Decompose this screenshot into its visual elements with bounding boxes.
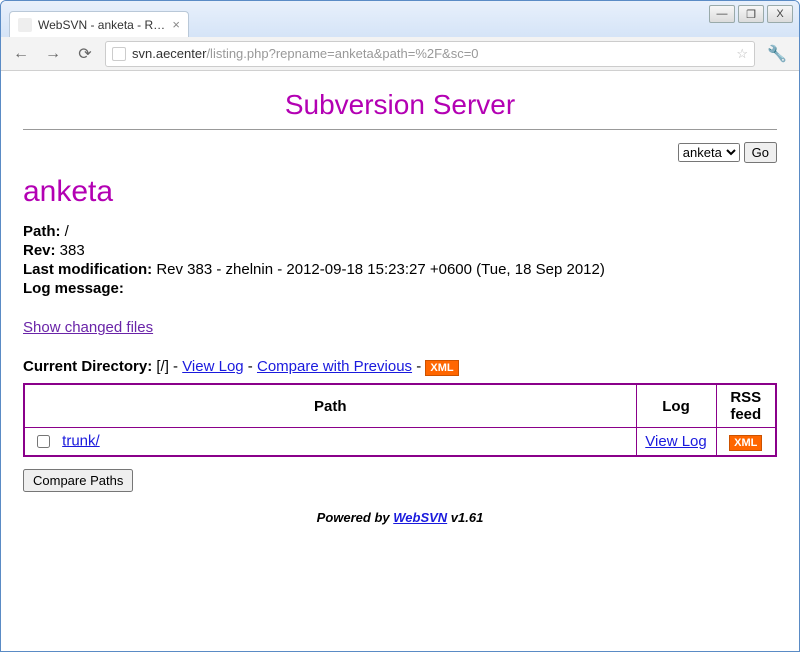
- browser-tab[interactable]: WebSVN - anketa - Rev 383 ×: [9, 11, 189, 37]
- sep: -: [412, 358, 425, 375]
- footer-powered: Powered by: [317, 510, 394, 525]
- url-domain: svn.aecenter: [132, 46, 206, 61]
- repo-select[interactable]: anketa: [678, 143, 740, 162]
- info-path: Path: /: [23, 223, 777, 240]
- page-content: Subversion Server anketa Go anketa Path:…: [1, 71, 799, 651]
- page-icon: [112, 47, 126, 61]
- go-button[interactable]: Go: [744, 142, 777, 163]
- sep: -: [244, 358, 257, 375]
- table-row: trunk/ View Log XML: [24, 428, 776, 457]
- bookmark-icon[interactable]: ☆: [736, 46, 748, 62]
- path-link[interactable]: trunk/: [62, 432, 100, 449]
- listing-table: Path Log RSS feed trunk/ View Log XML: [23, 383, 777, 457]
- repo-selector: anketa Go: [23, 142, 777, 163]
- footer: Powered by WebSVN v1.61: [23, 510, 777, 525]
- curdir-label: Current Directory:: [23, 358, 152, 375]
- title-bar: WebSVN - anketa - Rev 383 × — ❐ X: [1, 1, 799, 37]
- row-checkbox[interactable]: [37, 435, 50, 448]
- rev-value: 383: [56, 242, 85, 259]
- tab-title: WebSVN - anketa - Rev 383: [38, 18, 166, 32]
- show-changed-files-link[interactable]: Show changed files: [23, 319, 153, 336]
- row-viewlog-link[interactable]: View Log: [645, 433, 706, 450]
- url-path: /listing.php?repname=anketa&path=%2F&sc=…: [206, 46, 478, 61]
- browser-toolbar: ← → ⟳ svn.aecenter/listing.php?repname=a…: [1, 37, 799, 71]
- close-window-button[interactable]: X: [767, 5, 793, 23]
- th-log: Log: [636, 384, 716, 428]
- url-bar[interactable]: svn.aecenter/listing.php?repname=anketa&…: [105, 41, 755, 67]
- th-path: Path: [24, 384, 636, 428]
- reload-button[interactable]: ⟳: [73, 42, 97, 66]
- path-label: Path:: [23, 223, 61, 240]
- rev-label: Rev:: [23, 242, 56, 259]
- lastmod-label: Last modification:: [23, 261, 152, 278]
- curdir-path: [/] -: [152, 358, 182, 375]
- divider: [23, 129, 777, 130]
- settings-icon[interactable]: 🔧: [763, 44, 791, 64]
- logmsg-label: Log message:: [23, 280, 124, 297]
- repo-name: anketa: [23, 175, 777, 209]
- footer-websvn-link[interactable]: WebSVN: [393, 510, 447, 525]
- info-lastmod: Last modification: Rev 383 - zhelnin - 2…: [23, 261, 777, 278]
- minimize-button[interactable]: —: [709, 5, 735, 23]
- browser-window: WebSVN - anketa - Rev 383 × — ❐ X ← → ⟳ …: [0, 0, 800, 652]
- info-logmsg: Log message:: [23, 280, 777, 297]
- row-xml-badge[interactable]: XML: [729, 435, 762, 451]
- maximize-button[interactable]: ❐: [738, 5, 764, 23]
- page-title: Subversion Server: [23, 89, 777, 121]
- close-tab-icon[interactable]: ×: [172, 17, 180, 32]
- path-value: /: [61, 223, 69, 240]
- xml-badge[interactable]: XML: [425, 360, 458, 376]
- lastmod-value: Rev 383 - zhelnin - 2012-09-18 15:23:27 …: [152, 261, 605, 278]
- back-button[interactable]: ←: [9, 42, 33, 66]
- compare-paths-button[interactable]: Compare Paths: [23, 469, 133, 492]
- info-rev: Rev: 383: [23, 242, 777, 259]
- compare-previous-link[interactable]: Compare with Previous: [257, 358, 412, 375]
- favicon-icon: [18, 18, 32, 32]
- footer-version: v1.61: [447, 510, 483, 525]
- forward-button[interactable]: →: [41, 42, 65, 66]
- th-rss: RSS feed: [716, 384, 776, 428]
- window-controls: — ❐ X: [709, 5, 793, 23]
- current-directory: Current Directory: [/] - View Log - Comp…: [23, 358, 777, 375]
- view-log-link[interactable]: View Log: [182, 358, 243, 375]
